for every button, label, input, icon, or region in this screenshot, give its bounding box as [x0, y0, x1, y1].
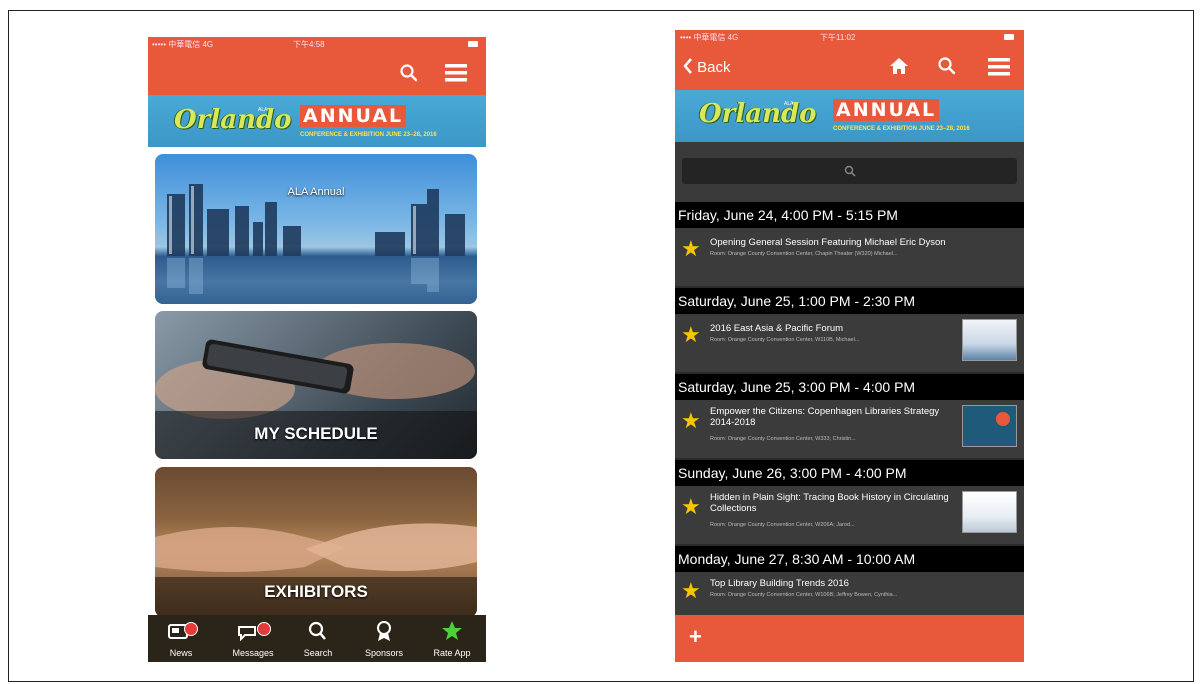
- event-room: Room: Orange County Convention Center, W…: [710, 436, 856, 442]
- day-header: Saturday, June 25, 3:00 PM - 4:00 PM: [675, 374, 1024, 400]
- battery-icon: [1004, 34, 1014, 40]
- event-title: Top Library Building Trends 2016: [710, 578, 849, 589]
- schedule-event[interactable]: ★ Empower the Citizens: Copenhagen Libra…: [675, 400, 1024, 458]
- banner-script: Orlando: [174, 105, 292, 135]
- back-button[interactable]: Back: [683, 58, 731, 76]
- skyline-image: [155, 184, 477, 304]
- menu-icon[interactable]: [988, 57, 1010, 77]
- day-header: Friday, June 24, 4:00 PM - 5:15 PM: [675, 202, 1024, 228]
- status-bar: •••• 中華電信 4G 下午11:02: [675, 30, 1024, 45]
- conference-banner: Orlando ALA ANNUAL CONFERENCE & EXHIBITI…: [675, 90, 1024, 142]
- schedule-event[interactable]: ★ 2016 East Asia & Pacific Forum Room: O…: [675, 314, 1024, 372]
- banner-ala: ALA: [258, 107, 268, 113]
- favorite-star-icon[interactable]: ★: [681, 580, 701, 602]
- day-header: Saturday, June 25, 1:00 PM - 2:30 PM: [675, 288, 1024, 314]
- day-header: Sunday, June 26, 3:00 PM - 4:00 PM: [675, 460, 1024, 486]
- search-area: [675, 142, 1024, 202]
- tab-news-label: News: [169, 648, 193, 658]
- exhibitors-tile[interactable]: EXHIBITORS: [155, 467, 477, 617]
- messages-badge: [257, 622, 271, 636]
- status-time: 下午11:02: [820, 33, 856, 42]
- news-badge: [184, 622, 198, 636]
- battery-icon: [468, 41, 478, 47]
- event-room: Room: Orange County Convention Center, W…: [710, 592, 898, 598]
- chevron-left-icon: [683, 58, 692, 74]
- event-room: Room: Orange County Convention Center, W…: [710, 337, 860, 343]
- footer-bar: +: [675, 615, 1024, 662]
- ala-annual-title: ALA Annual: [287, 186, 345, 198]
- search-icon: [308, 621, 326, 640]
- event-title: Empower the Citizens: Copenhagen Librari…: [710, 406, 940, 428]
- schedule-event[interactable]: ★ Opening General Session Featuring Mich…: [675, 228, 1024, 286]
- status-bar: ••••• 中華電信 4G 下午4:58: [148, 37, 486, 52]
- search-input[interactable]: [682, 158, 1017, 184]
- banner-subtitle: CONFERENCE & EXHIBITION JUNE 23–28, 2016: [300, 132, 437, 138]
- tab-messages-label: Messages: [232, 648, 274, 658]
- event-title: Hidden in Plain Sight: Tracing Book Hist…: [710, 492, 949, 514]
- tab-bar: News Messages Search Sponsors Rate App: [148, 615, 486, 662]
- tab-news[interactable]: News: [151, 615, 211, 662]
- nav-bar: Back: [675, 45, 1024, 90]
- favorite-star-icon[interactable]: ★: [681, 496, 701, 518]
- schedule-screen-phone: •••• 中華電信 4G 下午11:02 Back Orlando ALA AN…: [675, 30, 1024, 662]
- banner-subtitle: CONFERENCE & EXHIBITION JUNE 23–28, 2016: [833, 126, 970, 132]
- event-thumbnail: [962, 319, 1017, 361]
- event-thumbnail: [962, 491, 1017, 533]
- event-room: Room: Orange County Convention Center, C…: [710, 251, 898, 257]
- home-screen-phone: ••••• 中華電信 4G 下午4:58 Orlando ALA ANNUAL …: [148, 37, 486, 662]
- my-schedule-tile[interactable]: MY SCHEDULE: [155, 311, 477, 459]
- back-label: Back: [697, 59, 731, 76]
- favorite-star-icon[interactable]: ★: [681, 238, 701, 260]
- tab-rate-app[interactable]: Rate App: [422, 615, 482, 662]
- menu-icon[interactable]: [445, 63, 467, 83]
- favorite-star-icon[interactable]: ★: [681, 324, 701, 346]
- tab-search-label: Search: [303, 648, 333, 658]
- home-icon[interactable]: [889, 57, 909, 75]
- tab-sponsors[interactable]: Sponsors: [354, 615, 414, 662]
- event-room: Room: Orange County Convention Center, W…: [710, 522, 855, 528]
- exhibitors-title: EXHIBITORS: [264, 582, 368, 601]
- search-icon: [844, 165, 856, 177]
- my-schedule-title: MY SCHEDULE: [254, 424, 378, 443]
- plus-icon[interactable]: +: [689, 624, 702, 650]
- tab-sponsors-label: Sponsors: [364, 648, 404, 658]
- banner-ala: ALA: [784, 101, 794, 107]
- messages-icon: [238, 626, 256, 641]
- search-icon[interactable]: [937, 56, 957, 76]
- sponsors-icon: [377, 621, 391, 641]
- favorite-star-icon[interactable]: ★: [681, 410, 701, 432]
- banner-script: Orlando: [699, 99, 817, 129]
- schedule-event[interactable]: ★ Hidden in Plain Sight: Tracing Book Hi…: [675, 486, 1024, 544]
- day-header: Monday, June 27, 8:30 AM - 10:00 AM: [675, 546, 1024, 572]
- carrier-label: •••• 中華電信 4G: [680, 33, 739, 42]
- event-title: 2016 East Asia & Pacific Forum: [710, 323, 844, 334]
- ala-annual-tile[interactable]: ALA Annual: [155, 154, 477, 304]
- tab-rate-app-label: Rate App: [433, 648, 471, 658]
- banner-annual: ANNUAL: [300, 105, 407, 127]
- news-icon: [168, 624, 188, 639]
- tab-messages[interactable]: Messages: [223, 615, 283, 662]
- carrier-label: ••••• 中華電信 4G: [152, 40, 214, 49]
- tab-search[interactable]: Search: [288, 615, 348, 662]
- status-time: 下午4:58: [293, 40, 325, 49]
- event-title: Opening General Session Featuring Michae…: [710, 237, 946, 248]
- conference-banner: Orlando ALA ANNUAL CONFERENCE & EXHIBITI…: [148, 95, 486, 147]
- schedule-event[interactable]: ★ Top Library Building Trends 2016 Room:…: [675, 572, 1024, 615]
- nav-bar: [148, 52, 486, 95]
- banner-annual: ANNUAL: [833, 99, 940, 121]
- star-icon: [442, 621, 462, 640]
- event-thumbnail: [962, 405, 1017, 447]
- search-icon[interactable]: [399, 63, 419, 83]
